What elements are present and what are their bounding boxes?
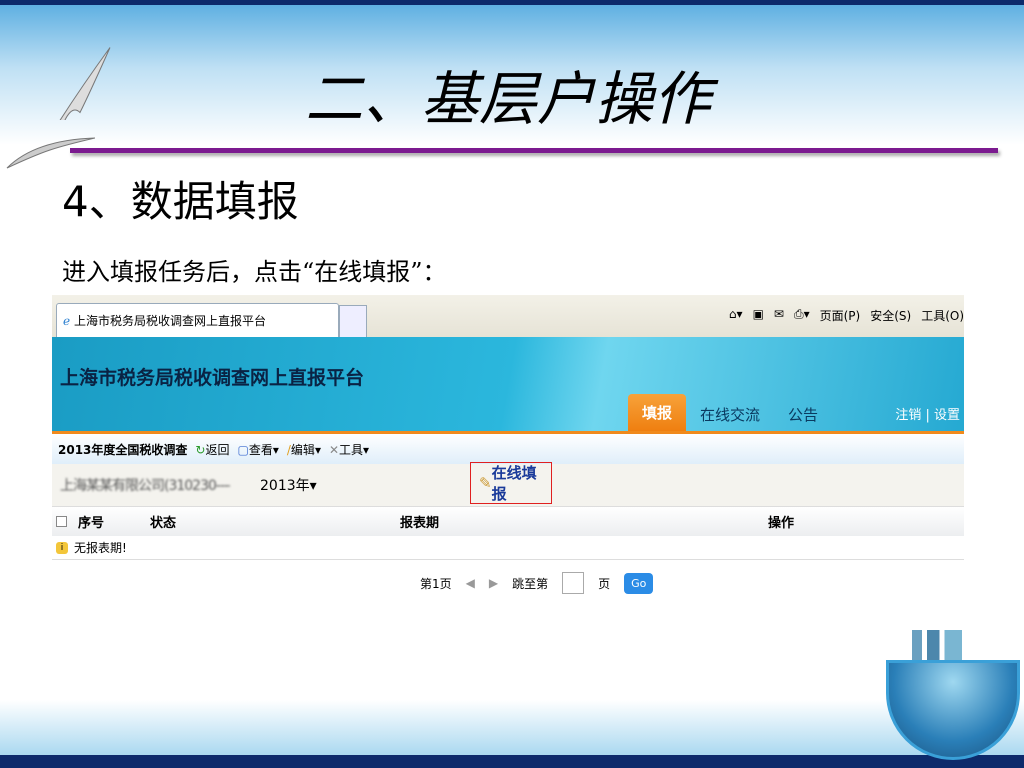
edit-doc-icon: ✎: [479, 474, 492, 492]
next-page-icon[interactable]: ▶: [489, 576, 498, 590]
screenshot: ℯ 上海市税务局税收调查网上直报平台 ⌂▾ ▣ ✉ ⎙▾ 页面(P) 安全(S)…: [52, 295, 964, 605]
menu-tools[interactable]: 工具(O): [921, 307, 964, 324]
tools-icon: ✕: [328, 442, 340, 457]
divider: [70, 148, 998, 153]
prev-page-icon[interactable]: ◀: [466, 576, 475, 590]
tab-title: 上海市税务局税收调查网上直报平台: [73, 314, 266, 328]
nav-online-chat[interactable]: 在线交流: [686, 398, 774, 431]
ie-icon: ℯ: [63, 314, 71, 328]
page-label: 第1页: [420, 576, 452, 591]
page-unit: 页: [598, 576, 611, 591]
tools-button[interactable]: ✕工具▾: [329, 441, 369, 458]
col-index: 序号: [78, 516, 105, 531]
slide-title: 二、基层户操作: [305, 65, 712, 133]
settings-link[interactable]: 设置: [934, 408, 960, 423]
menu-safety[interactable]: 安全(S): [870, 307, 911, 324]
survey-name: 2013年度全国税收调查: [58, 442, 188, 457]
view-button[interactable]: ▢查看▾: [237, 441, 278, 458]
seagull-icon: [59, 47, 111, 120]
table-header: 序号 状态 报表期 操作: [52, 506, 964, 536]
app-banner: 上海市税务局税收调查网上直报平台 填报 在线交流 公告 注销 | 设置: [52, 337, 964, 434]
menu-page[interactable]: 页面(P): [820, 307, 861, 324]
nav-fill[interactable]: 填报: [628, 394, 687, 431]
new-tab-button[interactable]: [339, 305, 367, 337]
jump-label: 跳至第: [512, 576, 549, 591]
select-all-checkbox[interactable]: [56, 516, 67, 527]
bottom-bar: [0, 755, 1024, 768]
footer-background: [0, 700, 1024, 756]
mail-icon[interactable]: ✉: [774, 307, 784, 324]
rss-icon[interactable]: ▣: [753, 307, 764, 324]
task-row: 上海某某有限公司(310230-------) 2013年▾ ✎ 在线填报: [52, 462, 964, 506]
back-icon: ↻: [195, 442, 206, 457]
empty-row: i 无报表期!: [52, 536, 964, 560]
home-icon[interactable]: ⌂▾: [729, 307, 743, 324]
go-button[interactable]: Go: [624, 572, 654, 594]
col-action: 操作: [768, 516, 795, 531]
view-icon: ▢: [237, 442, 249, 457]
back-button[interactable]: ↻返回: [195, 441, 229, 458]
info-icon: i: [56, 541, 68, 554]
pager: 第1页 ◀ ▶ 跳至第 页 Go: [52, 572, 964, 594]
instruction-text: 进入填报任务后，点击“在线填报”：: [62, 258, 447, 286]
print-icon[interactable]: ⎙▾: [794, 307, 810, 324]
section-heading: 4、数据填报: [62, 177, 299, 226]
nav-notice[interactable]: 公告: [774, 398, 832, 431]
app-toolbar: 2013年度全国税收调查 ↻返回 ▢查看▾ /编辑▾ ✕工具▾: [52, 434, 964, 464]
page-input[interactable]: [562, 572, 585, 594]
edit-button[interactable]: /编辑▾: [287, 441, 321, 458]
col-status: 状态: [150, 516, 177, 531]
empty-message: 无报表期!: [74, 541, 127, 555]
year-select[interactable]: 2013年▾: [260, 475, 317, 495]
online-fill-link[interactable]: ✎ 在线填报: [470, 462, 552, 504]
browser-toolbar: ℯ 上海市税务局税收调查网上直报平台 ⌂▾ ▣ ✉ ⎙▾ 页面(P) 安全(S)…: [52, 295, 964, 337]
browser-tab[interactable]: ℯ 上海市税务局税收调查网上直报平台: [56, 303, 339, 337]
app-title: 上海市税务局税收调查网上直报平台: [60, 367, 365, 389]
logout-link[interactable]: 注销: [895, 408, 921, 423]
company-name: 上海某某有限公司(310230-------): [60, 478, 230, 494]
col-period: 报表期: [400, 516, 440, 531]
